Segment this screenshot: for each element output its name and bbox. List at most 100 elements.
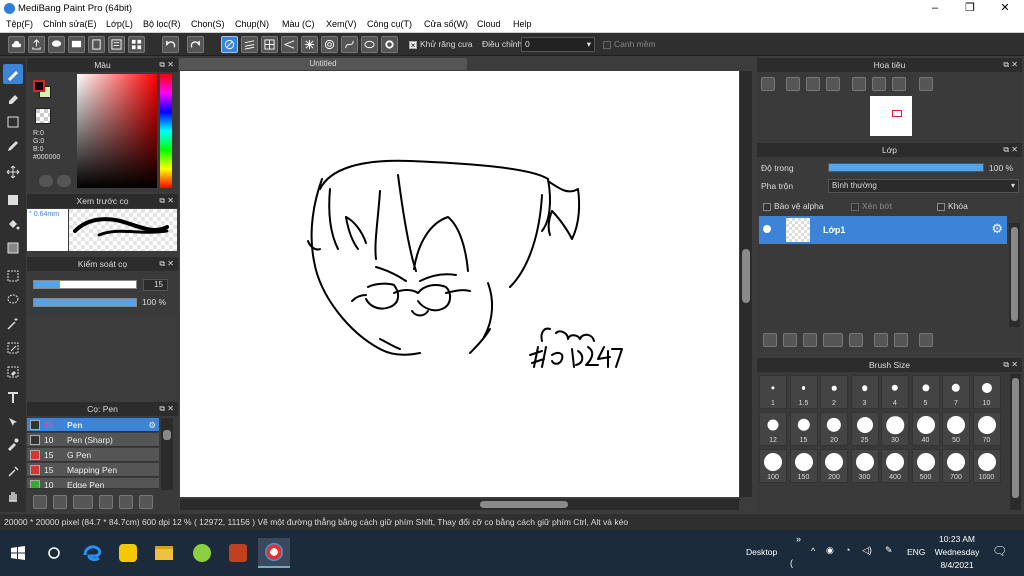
zoom-in-alt-icon[interactable] xyxy=(786,77,800,91)
brush-item-pen-sharp[interactable]: 10 Pen (Sharp) xyxy=(27,433,159,447)
antialias-option[interactable]: Khử răng cưa xyxy=(409,39,473,49)
panel-close-icon[interactable]: ⧉ ✕ xyxy=(1003,58,1018,72)
photo-app-icon[interactable] xyxy=(112,538,144,568)
brush-item-pen[interactable]: 15 Pen ⚙ xyxy=(27,418,159,432)
brush-list-scrollbar[interactable] xyxy=(161,418,173,490)
selection-tool-icon[interactable] xyxy=(3,266,23,286)
brush-size-option[interactable]: 300 xyxy=(850,449,879,483)
new-halftone-layer-icon[interactable] xyxy=(783,333,797,347)
brush-size-option[interactable]: 1000 xyxy=(972,449,1001,483)
menu-file[interactable]: Tệp(F) xyxy=(6,19,33,29)
language-indicator[interactable]: ENG xyxy=(907,547,925,557)
flip-icon[interactable] xyxy=(872,77,886,91)
add-layer-menu-icon[interactable] xyxy=(823,333,843,347)
duplicate-layer-icon[interactable] xyxy=(874,333,888,347)
brush-size-option[interactable]: 700 xyxy=(942,449,970,483)
network-icon[interactable]: ◉ xyxy=(826,545,834,556)
brush-tool-icon[interactable] xyxy=(3,64,23,84)
brush-size-option[interactable]: 1.5 xyxy=(789,375,818,409)
brush-size-option[interactable]: 100 xyxy=(759,449,787,483)
antialias-checkbox[interactable] xyxy=(409,40,417,49)
brush-size-option[interactable]: 20 xyxy=(820,412,848,446)
gear-icon[interactable]: ⚙ xyxy=(991,221,1003,237)
brush-copy-icon[interactable] xyxy=(119,495,133,509)
merge-layer-icon[interactable] xyxy=(894,333,908,347)
brush-folder-icon[interactable] xyxy=(99,495,113,509)
menu-cloud[interactable]: Cloud xyxy=(477,19,501,29)
chevron-right-icon[interactable]: » xyxy=(796,534,801,544)
vanishing-snap-icon[interactable] xyxy=(281,36,298,53)
brush-size-option[interactable]: 30 xyxy=(881,412,909,446)
zoom-in-icon[interactable] xyxy=(761,77,775,91)
brush-item-mapping-pen[interactable]: 15 Mapping Pen xyxy=(27,463,159,477)
lasso-tool-icon[interactable] xyxy=(3,290,23,310)
menu-select[interactable]: Chọn(S) xyxy=(191,19,225,29)
brush-size-option[interactable]: 2 xyxy=(820,375,848,409)
toolbar-arrow-icon[interactable]: ( xyxy=(790,558,793,568)
panel-close-icon[interactable]: ⧉ ✕ xyxy=(1003,143,1018,157)
canvas-horizontal-scrollbar[interactable] xyxy=(180,499,739,510)
brush-settings-icon[interactable] xyxy=(33,495,47,509)
brush-size-option[interactable]: 10 xyxy=(972,375,1001,409)
game-app-icon[interactable] xyxy=(222,538,254,568)
brush-size-option[interactable]: 1 xyxy=(759,375,787,409)
cross-snap-icon[interactable] xyxy=(261,36,278,53)
pen-tray-icon[interactable]: ✎ xyxy=(885,545,893,556)
palette-add-icon[interactable] xyxy=(57,175,71,187)
menu-help[interactable]: Help xyxy=(513,19,532,29)
gear-icon[interactable] xyxy=(381,36,398,53)
brush-size-option[interactable]: 12 xyxy=(759,412,787,446)
hue-slider[interactable] xyxy=(160,74,172,188)
document-icon[interactable] xyxy=(88,36,105,53)
flip-horizontal-icon[interactable] xyxy=(919,77,933,91)
comment-icon[interactable] xyxy=(68,36,85,53)
minimize-button[interactable]: – xyxy=(918,0,952,17)
eye-icon[interactable] xyxy=(763,225,771,233)
brush-size-scrollbar[interactable] xyxy=(1010,374,1021,510)
brush-size-option[interactable]: 4 xyxy=(881,375,909,409)
brush-size-option[interactable]: 50 xyxy=(942,412,970,446)
blend-mode-select[interactable]: Bình thường ▾ xyxy=(828,179,1019,193)
menu-capture[interactable]: Chụp(N) xyxy=(235,19,269,29)
operation-tool-icon[interactable] xyxy=(3,412,23,432)
medibang-taskbar-icon[interactable] xyxy=(258,538,290,568)
eyedropper-tool-icon[interactable] xyxy=(3,462,23,482)
file-explorer-icon[interactable] xyxy=(148,538,180,568)
brush-size-option[interactable]: 40 xyxy=(911,412,940,446)
brush-size-option[interactable]: 15 xyxy=(789,412,818,446)
gradient-tool-icon[interactable] xyxy=(3,238,23,258)
navigator-viewport[interactable] xyxy=(892,110,902,117)
menu-view[interactable]: Xem(V) xyxy=(326,19,357,29)
brush-size-option[interactable]: 25 xyxy=(850,412,879,446)
panel-close-icon[interactable]: ⧉ ✕ xyxy=(159,194,174,208)
grid-icon[interactable] xyxy=(128,36,145,53)
clip-option[interactable]: Xén bớt xyxy=(851,201,892,211)
rotate-left-icon[interactable] xyxy=(852,77,866,91)
lock-option[interactable]: Khóa xyxy=(937,201,968,211)
correction-select[interactable]: 0 ▾ xyxy=(521,37,595,52)
brush-size-option[interactable]: 400 xyxy=(881,449,909,483)
wifi-icon[interactable]: ◔ xyxy=(845,545,850,555)
drawing-canvas[interactable] xyxy=(180,71,739,497)
brush-size-slider[interactable] xyxy=(33,280,137,289)
brush-item-g-pen[interactable]: 15 G Pen xyxy=(27,448,159,462)
palette-icon[interactable] xyxy=(39,175,53,187)
panel-close-icon[interactable]: ⧉ ✕ xyxy=(1003,358,1018,372)
brush-size-option[interactable]: 200 xyxy=(820,449,848,483)
brush-opacity-slider[interactable] xyxy=(33,298,137,307)
volume-icon[interactable]: ◁) xyxy=(862,545,872,556)
brush-item-edge-pen[interactable]: 10 Edge Pen xyxy=(27,478,159,489)
new-layer-icon[interactable] xyxy=(763,333,777,347)
panel-close-icon[interactable]: ⧉ ✕ xyxy=(159,402,174,416)
brush-size-option[interactable]: 70 xyxy=(972,412,1001,446)
layer-opacity-slider[interactable] xyxy=(828,163,984,172)
menu-tools[interactable]: Công cụ(T) xyxy=(367,19,412,29)
rotate-right-icon[interactable] xyxy=(892,77,906,91)
search-circle-icon[interactable] xyxy=(38,538,70,568)
curve-snap-icon[interactable] xyxy=(341,36,358,53)
snap-option[interactable]: Canh mềm xyxy=(603,39,656,49)
cloud-icon[interactable] xyxy=(8,36,25,53)
brush-size-option[interactable]: 3 xyxy=(850,375,879,409)
eraser-tool-icon[interactable] xyxy=(3,88,23,108)
panel-close-icon[interactable]: ⧉ ✕ xyxy=(159,58,174,72)
